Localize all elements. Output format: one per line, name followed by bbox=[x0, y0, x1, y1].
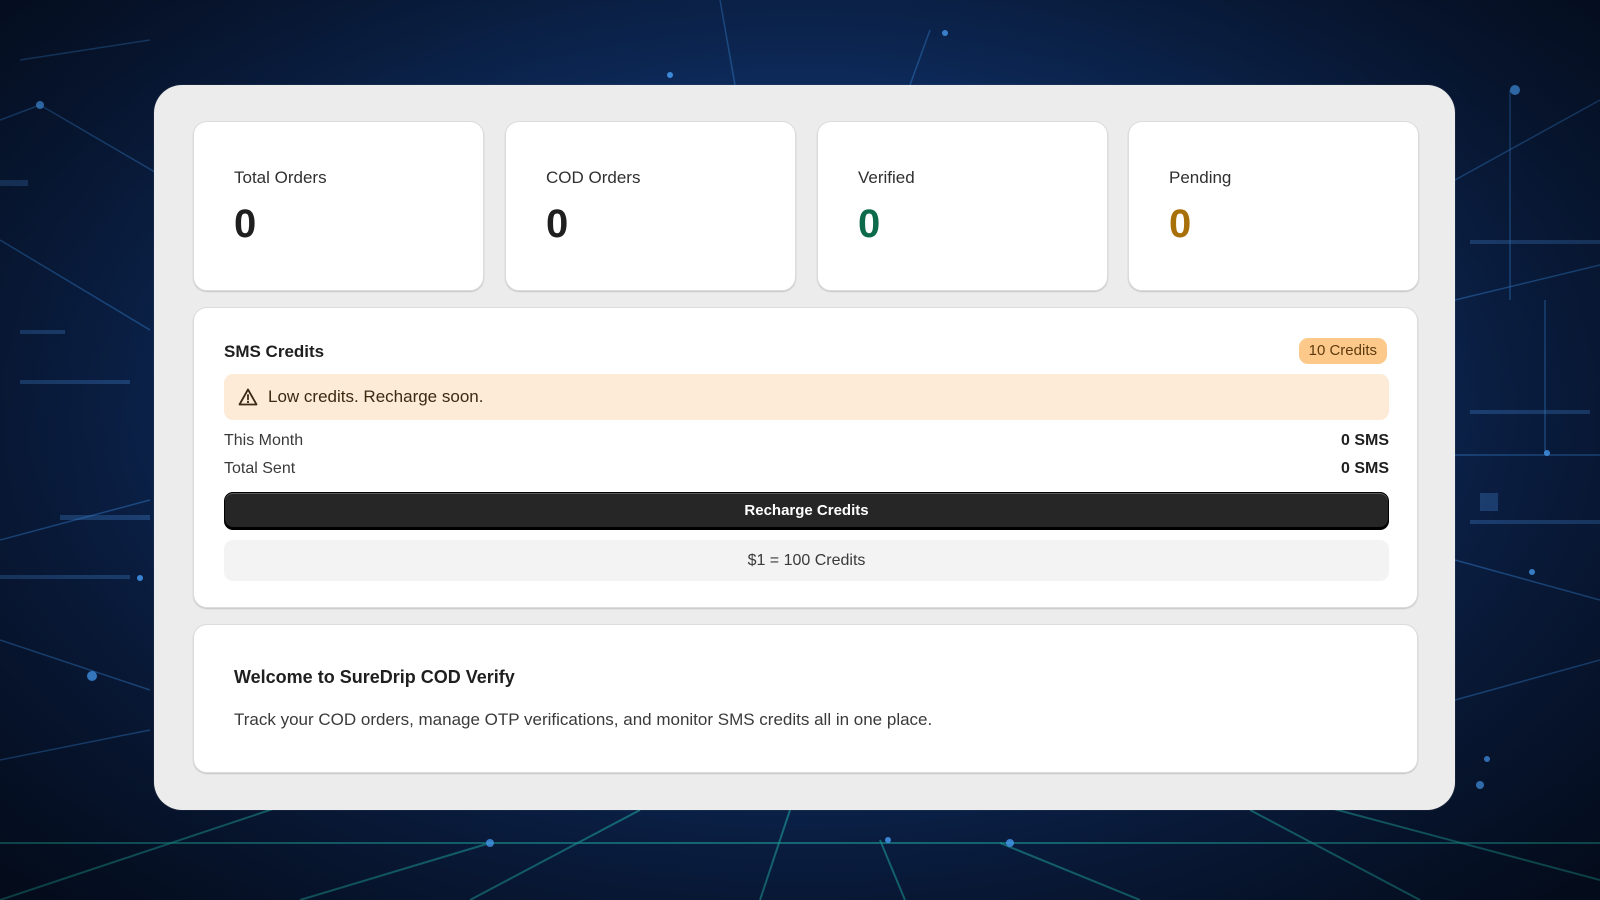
dashboard-panel: Total Orders 0 COD Orders 0 Verified 0 P… bbox=[154, 85, 1455, 810]
sms-credits-card: SMS Credits 10 Credits Low credits. Rech… bbox=[193, 307, 1418, 608]
credits-badge: 10 Credits bbox=[1298, 338, 1387, 364]
stat-value: 0 bbox=[234, 202, 257, 246]
welcome-description: Track your COD orders, manage OTP verifi… bbox=[234, 710, 933, 729]
stat-card-verified: Verified 0 bbox=[817, 121, 1108, 291]
row-label: Total Sent bbox=[224, 460, 296, 477]
stat-value: 0 bbox=[546, 202, 569, 246]
recharge-credits-button[interactable]: Recharge Credits bbox=[224, 492, 1389, 528]
stat-label: Pending bbox=[1169, 168, 1232, 187]
row-value: 0 SMS bbox=[1340, 432, 1389, 449]
stat-value: 0 bbox=[858, 202, 881, 246]
total-sent-row: Total Sent 0 SMS bbox=[224, 460, 1389, 482]
stat-card-total-orders: Total Orders 0 bbox=[193, 121, 484, 291]
sms-credits-title: SMS Credits bbox=[224, 342, 325, 361]
stat-card-cod-orders: COD Orders 0 bbox=[505, 121, 796, 291]
welcome-card: Welcome to SureDrip COD Verify Track you… bbox=[193, 624, 1418, 773]
stat-label: Verified bbox=[858, 168, 915, 187]
this-month-row: This Month 0 SMS bbox=[224, 432, 1389, 454]
row-label: This Month bbox=[224, 432, 304, 449]
stat-label: COD Orders bbox=[546, 168, 641, 187]
credit-rate-info: $1 = 100 Credits bbox=[224, 540, 1389, 581]
row-value: 0 SMS bbox=[1340, 460, 1389, 477]
low-credits-banner: Low credits. Recharge soon. bbox=[224, 374, 1389, 420]
welcome-title: Welcome to SureDrip COD Verify bbox=[234, 667, 515, 687]
stat-card-pending: Pending 0 bbox=[1128, 121, 1419, 291]
alert-triangle-icon bbox=[238, 388, 258, 406]
stat-label: Total Orders bbox=[234, 168, 327, 187]
warning-text: Low credits. Recharge soon. bbox=[268, 387, 484, 406]
stat-value: 0 bbox=[1169, 202, 1192, 246]
